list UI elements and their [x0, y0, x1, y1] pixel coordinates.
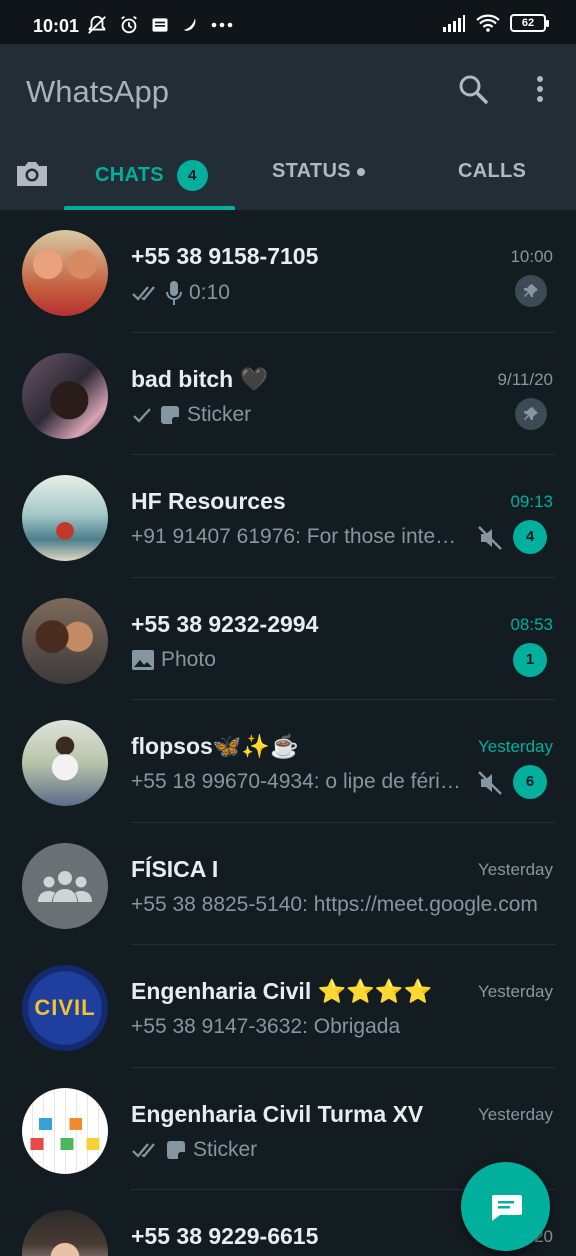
preview-text: +55 38 8825-5140: https://meet.google.co…: [131, 892, 538, 916]
chat-time: 10:00: [510, 247, 553, 266]
avatar[interactable]: [22, 597, 108, 684]
chat-item[interactable]: +55 38 9232-2994 08:53 Photo 1: [0, 578, 576, 700]
avatar[interactable]: [22, 1210, 108, 1256]
chat-name: Engenharia Civil ⭐⭐⭐⭐: [131, 978, 433, 1004]
chat-time: Yesterday: [478, 737, 553, 756]
unread-badge: 6: [513, 765, 547, 799]
chat-time: Yesterday: [478, 982, 553, 1001]
notification-icons: [86, 14, 234, 36]
chat-name: HF Resources: [131, 488, 286, 514]
unread-chats-badge: 4: [176, 160, 208, 191]
signal-icon: [443, 15, 465, 32]
chat-name: +55 38 9229-6615: [131, 1223, 319, 1249]
chat-name: +55 38 9232-2994: [131, 610, 319, 637]
chat-name: bad bitch 🖤: [131, 365, 269, 392]
avatar[interactable]: [22, 720, 108, 806]
pin-icon: [515, 397, 547, 430]
chat-item[interactable]: FÍSICA I Yesterday +55 38 8825-5140: htt…: [0, 823, 576, 945]
preview-text: +55 38 9147-3632: Obrigada: [131, 1015, 401, 1038]
double-check-icon: [132, 286, 155, 301]
chat-preview: +55 38 8825-5140: https://meet.google.co…: [131, 893, 546, 917]
chat-preview: +55 38 9147-3632: Obrigada: [131, 1015, 546, 1039]
app-title: WhatsApp: [26, 74, 170, 109]
avatar[interactable]: CIVIL: [22, 965, 108, 1051]
mute-icon: [478, 771, 502, 795]
pin-icon: [515, 275, 547, 307]
tab-status[interactable]: STATUS: [272, 160, 365, 183]
tab-calls[interactable]: CALLS: [458, 160, 526, 183]
chat-preview: 0:10: [131, 280, 461, 306]
tab-chats[interactable]: CHATS 4: [95, 160, 208, 191]
alarm-icon: [121, 15, 137, 34]
chat-list: +55 38 9158-7105 10:00 0:10 bad bitch 🖤 …: [0, 210, 576, 1256]
search-icon[interactable]: [456, 72, 490, 106]
preview-text: Sticker: [187, 402, 252, 426]
bell-off-icon: [88, 15, 106, 34]
photo-icon: [132, 649, 154, 670]
preview-text: 0:10: [189, 281, 230, 304]
sticker-icon: [167, 1140, 185, 1159]
chat-time: Yesterday: [478, 859, 553, 879]
chat-name: +55 38 9158-7105: [131, 243, 319, 269]
chat-item[interactable]: flopsos🦋✨☕ Yesterday +55 18 99670-4934: …: [0, 700, 576, 823]
chat-item[interactable]: bad bitch 🖤 9/11/20 Sticker: [0, 333, 576, 455]
message-icon: [491, 1194, 522, 1221]
preview-text: +55 18 99670-4934: o lipe de férias: [131, 770, 461, 793]
status-bar: 10:01 62: [0, 0, 576, 44]
news-icon: [152, 18, 168, 32]
group-icon: [38, 870, 92, 902]
preview-text: Photo: [161, 647, 216, 671]
sticker-icon: [161, 405, 179, 424]
clock: 10:01: [33, 16, 80, 36]
avatar[interactable]: [22, 352, 108, 439]
messenger-icon: [183, 18, 196, 31]
group-avatar[interactable]: [22, 842, 108, 929]
single-check-icon: [133, 407, 151, 423]
microphone-icon: [166, 281, 182, 305]
system-icons: 62: [442, 14, 549, 32]
unread-badge: 1: [513, 642, 547, 677]
new-chat-button[interactable]: [461, 1162, 550, 1251]
chat-name: Engenharia Civil Turma XV: [131, 1100, 424, 1127]
tab-calls-label: CALLS: [458, 160, 527, 182]
schedule-image: [22, 1087, 108, 1174]
more-vert-icon[interactable]: [528, 72, 552, 106]
chat-item[interactable]: CIVIL Engenharia Civil ⭐⭐⭐⭐ Yesterday +5…: [0, 945, 576, 1068]
chat-preview: +91 91407 61976: For those interested: [131, 525, 461, 549]
chat-name: FÍSICA I: [131, 855, 219, 882]
preview-text: Sticker: [193, 1137, 258, 1161]
status-update-dot: [356, 167, 365, 176]
chat-item[interactable]: HF Resources 09:13 +91 91407 61976: For …: [0, 455, 576, 578]
unread-badge: 4: [513, 520, 547, 554]
chat-preview: Sticker: [131, 403, 461, 427]
chat-item[interactable]: +55 38 9158-7105 10:00 0:10: [0, 210, 576, 333]
avatar[interactable]: [22, 230, 108, 316]
tab-bar: CHATS 4 STATUS CALLS: [0, 144, 576, 210]
avatar[interactable]: [22, 475, 108, 561]
tab-status-label: STATUS: [272, 160, 351, 182]
more-notifications-icon: [211, 22, 233, 28]
chat-time: 09:13: [510, 492, 553, 511]
double-check-icon: [132, 1142, 155, 1158]
app-bar: WhatsApp CHATS 4 STATUS CALLS: [0, 44, 576, 210]
chat-time: 08:53: [510, 614, 553, 634]
wifi-icon: [476, 14, 500, 32]
chat-time: 9/11/20: [497, 369, 553, 389]
civil-logo: CIVIL: [34, 995, 96, 1020]
preview-text: +91 91407 61976: For those interested: [131, 525, 461, 548]
camera-icon[interactable]: [14, 156, 50, 192]
chat-preview: Photo: [131, 648, 461, 672]
mute-icon: [478, 526, 502, 550]
tab-chats-label: CHATS: [95, 164, 164, 186]
avatar[interactable]: [22, 1087, 108, 1174]
battery-indicator: 62: [510, 14, 549, 32]
chat-name: flopsos🦋✨☕: [131, 733, 299, 759]
chat-preview: +55 18 99670-4934: o lipe de férias: [131, 770, 461, 794]
chat-time: Yesterday: [478, 1104, 553, 1124]
chat-preview: Sticker: [131, 1138, 461, 1162]
